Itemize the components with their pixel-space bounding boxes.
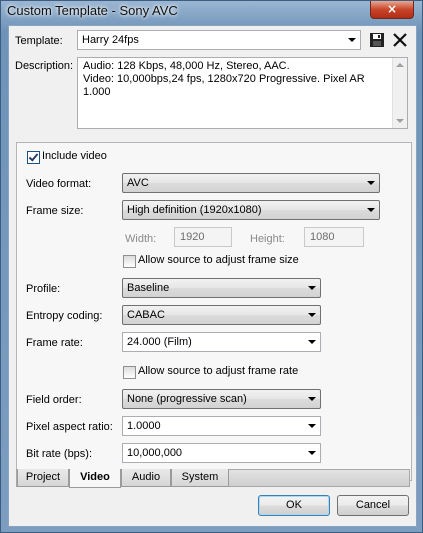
profile-value: Baseline [127, 282, 170, 294]
save-icon[interactable] [369, 32, 385, 48]
field-order-label: Field order: [26, 394, 82, 406]
tab-video[interactable]: Video [69, 469, 121, 488]
chevron-down-icon [367, 181, 375, 185]
height-label: Height: [250, 233, 285, 245]
frame-size-label: Frame size: [26, 205, 84, 217]
width-value: 1920 [180, 231, 205, 243]
entropy-coding-value: CABAC [127, 309, 165, 321]
video-format-value: AVC [127, 177, 149, 189]
entropy-coding-select[interactable]: CABAC [122, 305, 321, 325]
dialog-window: Custom Template - Sony AVC × Template: H… [0, 0, 423, 533]
chevron-down-icon [308, 313, 316, 317]
height-value: 1080 [310, 231, 335, 243]
chevron-down-icon [308, 397, 316, 401]
frame-rate-label: Frame rate: [26, 337, 83, 349]
include-video-label: Include video [42, 150, 107, 162]
allow-frame-size-checkbox[interactable] [123, 255, 136, 268]
chevron-down-icon [308, 451, 316, 455]
description-textarea[interactable]: Audio: 128 Kbps, 48,000 Hz, Stereo, AAC.… [77, 57, 408, 129]
bit-rate-value: 10,000,000 [127, 447, 183, 459]
tab-audio[interactable]: Audio [121, 469, 171, 487]
entropy-coding-label: Entropy coding: [26, 310, 103, 322]
scroll-up-icon[interactable] [396, 63, 404, 67]
profile-select[interactable]: Baseline [122, 278, 321, 298]
frame-rate-combo[interactable]: 24.000 (Film) [122, 332, 321, 352]
description-text: Audio: 128 Kbps, 48,000 Hz, Stereo, AAC.… [83, 60, 365, 98]
allow-frame-size-label: Allow source to adjust frame size [138, 254, 299, 266]
chevron-down-icon [308, 424, 316, 428]
frame-size-select[interactable]: High definition (1920x1080) [122, 200, 380, 220]
video-format-label: Video format: [26, 178, 92, 190]
bit-rate-label: Bit rate (bps): [26, 448, 93, 460]
field-order-value: None (progressive scan) [127, 393, 247, 405]
scroll-down-icon[interactable] [396, 119, 404, 123]
pixel-aspect-ratio-combo[interactable]: 1.0000 [122, 416, 321, 436]
frame-rate-value: 24.000 (Film) [127, 336, 192, 348]
dialog-client: Template: Harry 24fps Description: Audio… [8, 25, 417, 527]
width-field: 1920 [174, 227, 232, 247]
pixel-aspect-ratio-value: 1.0000 [127, 420, 161, 432]
cancel-button[interactable]: Cancel [337, 495, 409, 516]
tab-project[interactable]: Project [17, 469, 69, 487]
bit-rate-combo[interactable]: 10,000,000 [122, 443, 321, 463]
profile-label: Profile: [26, 283, 61, 295]
template-label: Template: [15, 35, 63, 47]
field-order-select[interactable]: None (progressive scan) [122, 389, 321, 409]
frame-size-value: High definition (1920x1080) [127, 204, 262, 216]
window-title: Custom Template - Sony AVC [7, 3, 178, 18]
width-label: Width: [125, 233, 157, 245]
chevron-down-icon [308, 340, 316, 344]
allow-frame-rate-label: Allow source to adjust frame rate [138, 365, 299, 377]
template-value: Harry 24fps [82, 34, 139, 46]
video-format-select[interactable]: AVC [122, 173, 380, 193]
close-button[interactable]: × [370, 1, 414, 19]
chevron-down-icon [367, 208, 375, 212]
tab-system[interactable]: System [171, 469, 229, 487]
chevron-down-icon [348, 38, 356, 42]
delete-icon[interactable] [392, 32, 408, 48]
title-bar[interactable]: Custom Template - Sony AVC × [1, 1, 422, 21]
description-scrollbar[interactable] [392, 58, 407, 128]
description-label: Description: [15, 60, 74, 72]
ok-button[interactable]: OK [258, 495, 330, 516]
allow-frame-rate-checkbox[interactable] [123, 366, 136, 379]
video-settings-panel: Include video Video format: AVC Frame si… [16, 142, 412, 481]
height-field: 1080 [304, 227, 364, 247]
include-video-checkbox[interactable] [27, 151, 40, 164]
chevron-down-icon [308, 286, 316, 290]
pixel-aspect-ratio-label: Pixel aspect ratio: [26, 421, 113, 433]
template-combo[interactable]: Harry 24fps [77, 30, 361, 50]
